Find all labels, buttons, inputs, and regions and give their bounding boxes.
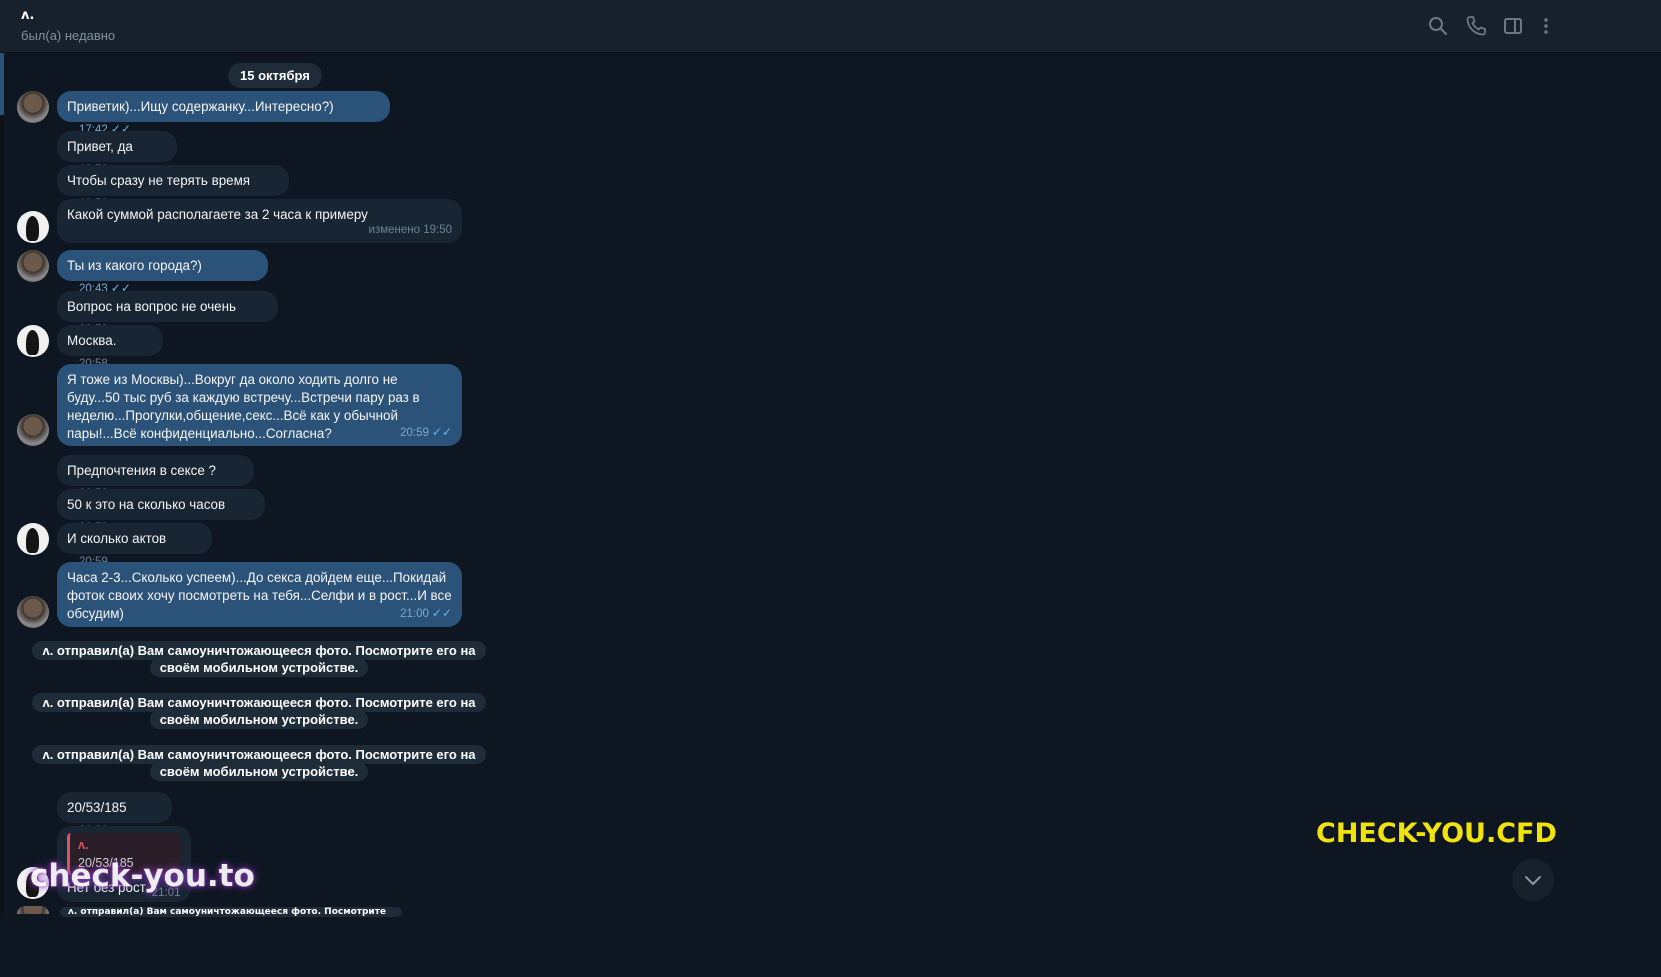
message-in[interactable]: И сколько актов20:59	[57, 523, 212, 568]
message-in[interactable]: Чтобы сразу не терять время19:50	[57, 165, 289, 210]
message-text: Какой суммой располагаете за 2 часа к пр…	[67, 207, 368, 222]
chat-status: был(а) недавно	[21, 28, 116, 43]
message-text: И сколько актов	[67, 531, 167, 546]
search-icon[interactable]	[1426, 14, 1450, 38]
watermark-purple: check-you.to	[30, 858, 255, 894]
message-time: 20:59 ✓✓	[400, 425, 452, 439]
message-text: Ты из какого города?)	[67, 258, 202, 273]
message-time: изменено 19:50	[368, 224, 452, 236]
message-text: Москва.	[67, 333, 117, 348]
reply-author: ʌ.	[78, 838, 89, 852]
chat-title[interactable]: ʌ.	[21, 8, 34, 23]
message-out[interactable]: Часа 2-3...Сколько успеем)...До секса до…	[57, 562, 462, 627]
message-text: Вопрос на вопрос не очень	[67, 299, 236, 314]
service-message: ʌ. отправил(а) Вам самоуничтожающееся фо…	[19, 693, 499, 729]
message-in[interactable]: 20/53/18521:01	[57, 792, 172, 837]
message-text: Чтобы сразу не терять время	[67, 173, 251, 188]
message-in[interactable]: Какой суммой располагаете за 2 часа к пр…	[57, 199, 462, 243]
message-in[interactable]: Москва.20:58	[57, 325, 163, 370]
double-check-icon: ✓✓	[431, 425, 452, 439]
double-check-icon: ✓✓	[431, 606, 452, 620]
avatar[interactable]	[17, 596, 49, 628]
date-separator: 15 октября	[228, 63, 322, 88]
sidebar-toggle-icon[interactable]	[1501, 14, 1525, 38]
service-message: ʌ. отправил(а) Вам самоуничтожающееся фо…	[19, 641, 499, 677]
avatar[interactable]	[17, 414, 49, 446]
avatar[interactable]	[17, 250, 49, 282]
message-in[interactable]: Привет, да19:50	[57, 131, 177, 176]
service-message: ʌ. отправил(а) Вам самоуничтожающееся фо…	[19, 745, 499, 781]
message-in[interactable]: Предпочтения в сексе ?20:59	[57, 455, 254, 500]
message-out[interactable]: Я тоже из Москвы)...Вокруг да около ходи…	[57, 364, 462, 446]
chevron-down-icon	[1525, 876, 1541, 885]
selection-accent	[0, 53, 4, 115]
phone-icon[interactable]	[1464, 14, 1488, 38]
watermark-yellow: CHECK-YOU.CFD	[1316, 818, 1557, 849]
message-text: Часа 2-3...Сколько успеем)...До секса до…	[67, 570, 456, 621]
message-in[interactable]: 50 к это на сколько часов20:59	[57, 489, 265, 534]
message-text: 50 к это на сколько часов	[67, 497, 226, 512]
message-text: Предпочтения в сексе ?	[67, 463, 216, 478]
service-message: ʌ. отправил(а) Вам самоуничтожающееся фо…	[60, 907, 402, 917]
message-in[interactable]: Вопрос на вопрос не очень20:58	[57, 291, 278, 336]
avatar[interactable]	[17, 523, 49, 555]
message-text: Привет, да	[67, 139, 133, 154]
avatar[interactable]	[17, 325, 49, 357]
chat-header: ʌ. был(а) недавно	[0, 0, 1661, 53]
message-out[interactable]: Ты из какого города?)20:43 ✓✓	[57, 250, 268, 295]
message-text: Я тоже из Москвы)...Вокруг да около ходи…	[67, 372, 424, 441]
message-time: 21:00 ✓✓	[400, 606, 452, 620]
avatar	[17, 906, 49, 914]
left-divider	[0, 53, 4, 977]
scroll-down-button[interactable]	[1512, 859, 1554, 901]
message-text: 20/53/185	[67, 800, 127, 815]
bottom-area	[0, 914, 1661, 977]
message-out[interactable]: Приветик)...Ищу содержанку...Интересно?)…	[57, 91, 390, 136]
avatar[interactable]	[17, 211, 49, 243]
more-icon[interactable]	[1534, 14, 1558, 38]
message-text: Приветик)...Ищу содержанку...Интересно?)	[67, 99, 334, 114]
avatar[interactable]	[17, 91, 49, 123]
